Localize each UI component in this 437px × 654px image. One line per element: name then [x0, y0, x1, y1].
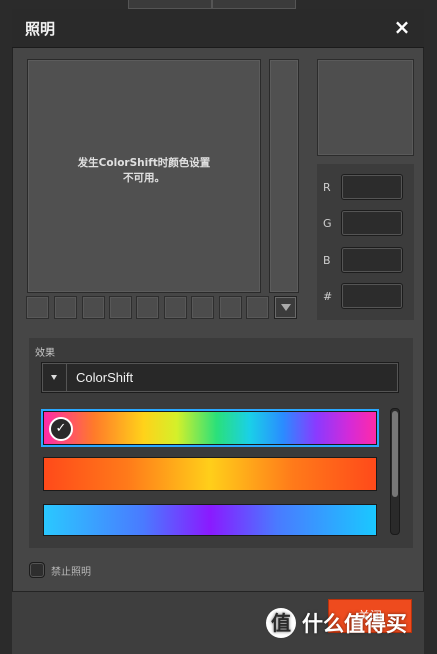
color-slot[interactable] [219, 296, 242, 319]
disable-lighting-label: 禁止照明 [51, 567, 91, 578]
title-bar: 照明 × [12, 9, 424, 48]
top-tab-right[interactable] [212, 0, 296, 9]
hue-slider[interactable] [269, 59, 299, 293]
disable-lighting-checkbox[interactable] [29, 562, 45, 578]
chevron-down-icon [280, 304, 291, 311]
color-slot[interactable] [26, 296, 49, 319]
effect-label: 效果 [35, 348, 55, 359]
color-slot[interactable] [164, 296, 187, 319]
color-field: 发生ColorShift时颜色设置 不可用。 [27, 59, 261, 293]
scrollbar-thumb[interactable] [392, 411, 398, 497]
channel-label-hex: # [323, 290, 333, 303]
watermark-text: 什么值得买 [302, 612, 407, 636]
color-slot[interactable] [136, 296, 159, 319]
top-tab-left[interactable] [128, 0, 212, 9]
checkmark-icon: ✓ [49, 417, 73, 441]
effect-panel: 效果 ColorShift ✓ [29, 338, 413, 548]
channel-input-b[interactable] [341, 247, 403, 273]
color-slot[interactable] [109, 296, 132, 319]
effect-select-value: ColorShift [76, 370, 134, 385]
channel-row-b: B [317, 247, 414, 275]
color-slot[interactable] [54, 296, 77, 319]
rgb-panel: R G B # [317, 164, 414, 320]
channel-label-r: R [323, 181, 331, 194]
channel-input-g[interactable] [341, 210, 403, 236]
channel-input-hex[interactable] [341, 283, 403, 309]
color-slot[interactable] [246, 296, 269, 319]
dialog-title: 照明 [25, 20, 56, 38]
color-unavailable-message: 发生ColorShift时颜色设置 不可用。 [28, 156, 260, 186]
close-icon[interactable]: × [390, 15, 414, 39]
channel-label-g: G [323, 217, 332, 230]
effect-gradient-option[interactable] [43, 504, 377, 536]
color-preview [317, 59, 414, 156]
color-slots-dropdown-button[interactable] [274, 296, 297, 319]
effect-gradient-option[interactable]: ✓ [41, 409, 379, 447]
dialog-border-left [12, 48, 13, 653]
top-tab-strip [128, 0, 296, 9]
channel-row-hex: # [317, 283, 414, 311]
dialog-border-right [423, 48, 424, 653]
watermark-logo: 值 [266, 608, 296, 638]
channel-label-b: B [323, 254, 331, 267]
dropdown-arrow-icon [42, 363, 67, 392]
effect-select[interactable]: ColorShift [41, 362, 399, 393]
color-slot[interactable] [82, 296, 105, 319]
channel-row-g: G [317, 210, 414, 238]
effect-list-scrollbar[interactable] [390, 408, 400, 535]
color-unavailable-line2: 不可用。 [123, 172, 165, 184]
channel-row-r: R [317, 174, 414, 202]
watermark: 值 什么值得买 [266, 605, 407, 641]
effect-gradient-option[interactable] [43, 457, 377, 491]
lighting-dialog: 发生ColorShift时颜色设置 不可用。 R G B # 效果 ColorS… [12, 48, 424, 591]
color-unavailable-line1: 发生ColorShift时颜色设置 [77, 157, 211, 169]
color-slot[interactable] [191, 296, 214, 319]
channel-input-r[interactable] [341, 174, 403, 200]
